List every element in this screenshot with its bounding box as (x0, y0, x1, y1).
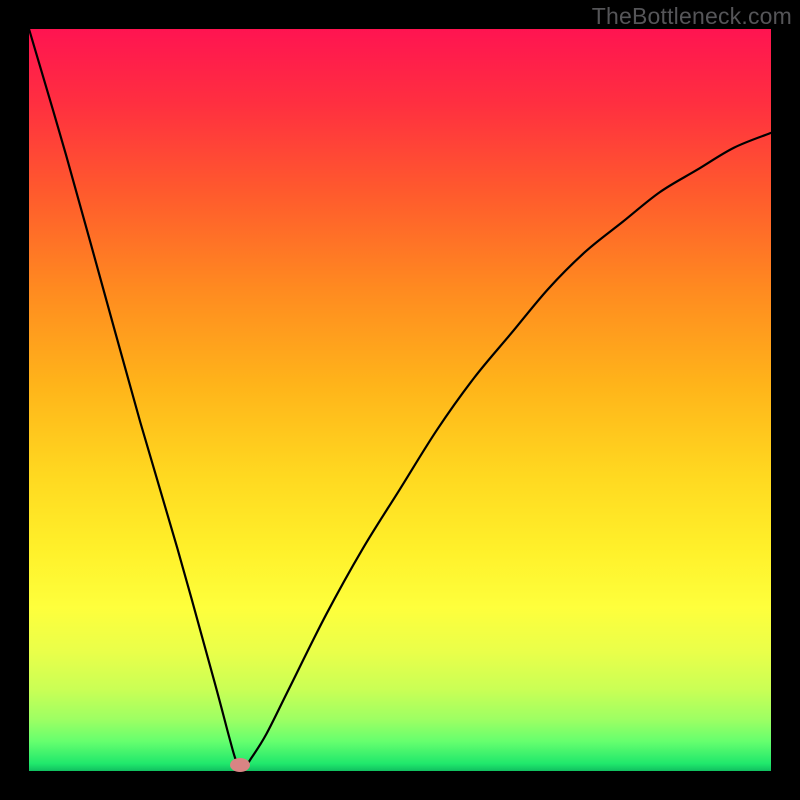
minimum-marker (230, 758, 250, 772)
plot-area (29, 29, 771, 771)
bottleneck-curve (29, 29, 771, 771)
chart-frame: TheBottleneck.com (0, 0, 800, 800)
watermark-text: TheBottleneck.com (592, 3, 792, 30)
